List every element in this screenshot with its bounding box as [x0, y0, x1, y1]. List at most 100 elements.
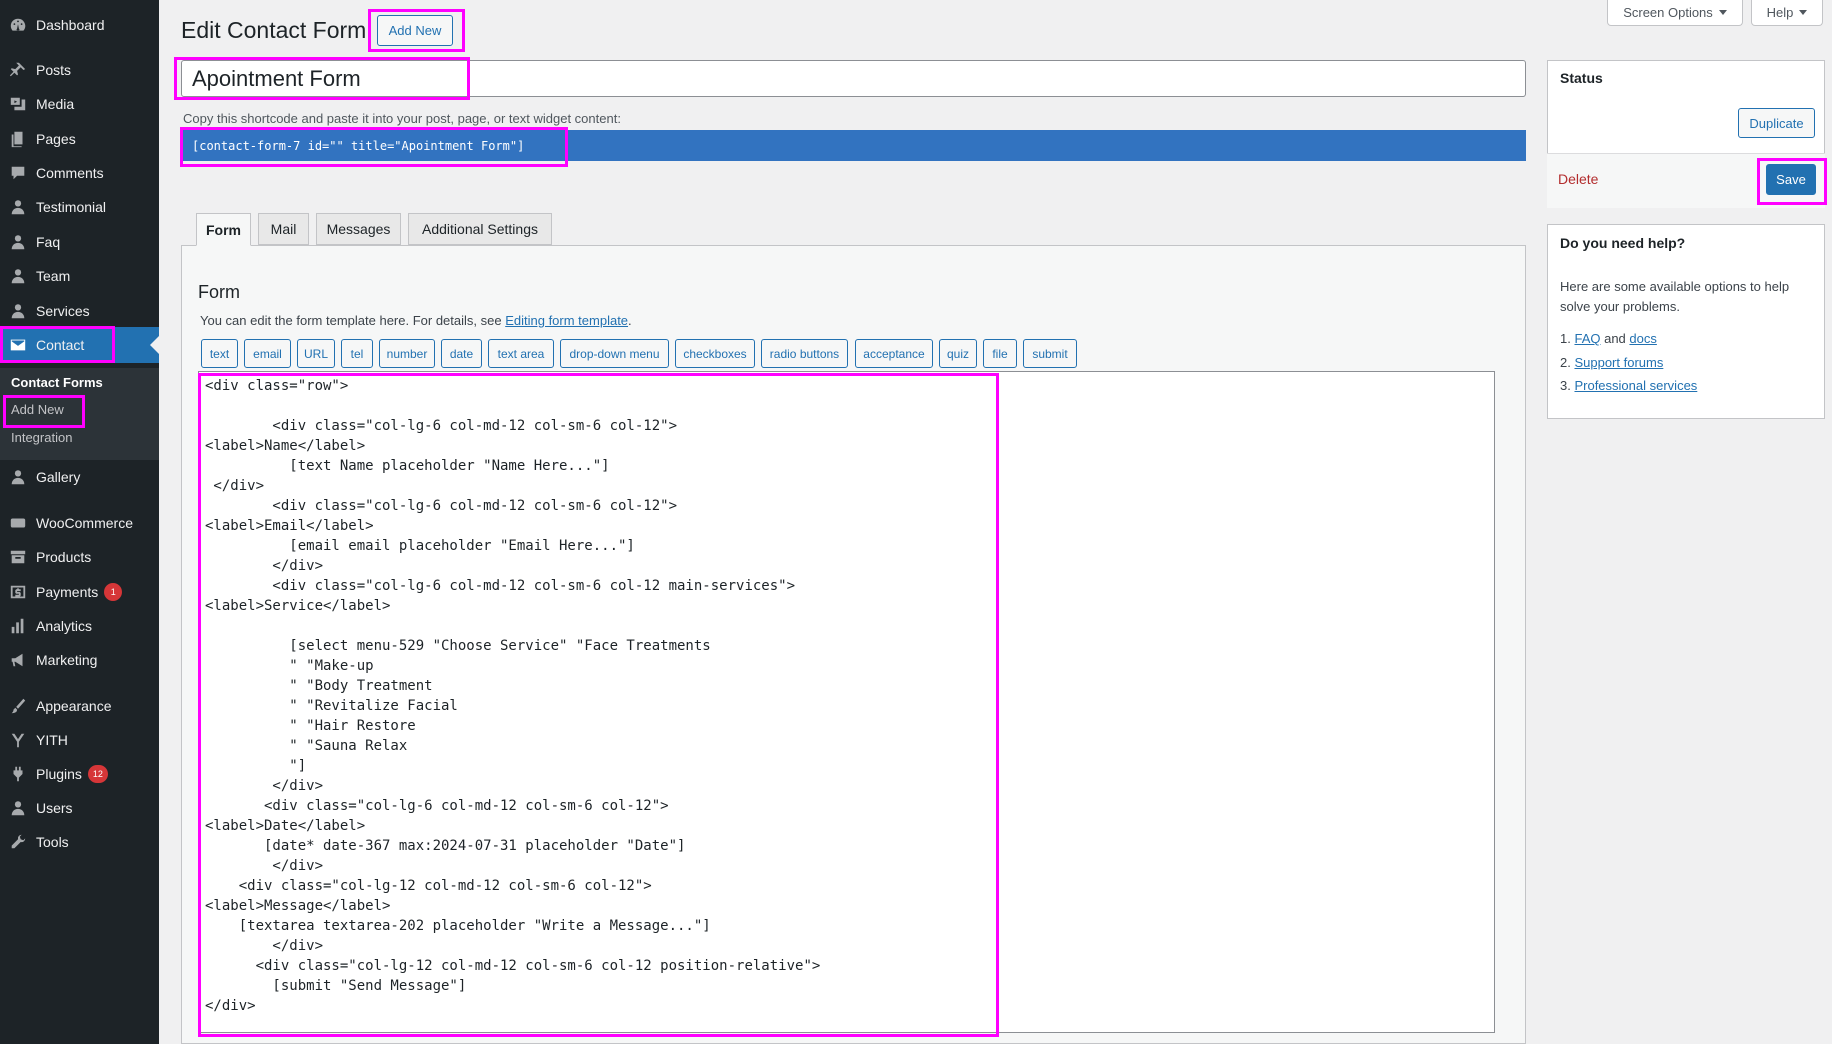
sidebar-item-products[interactable]: Products — [0, 540, 159, 574]
pin-icon — [9, 61, 27, 79]
sidebar-item-appearance[interactable]: Appearance — [0, 689, 159, 723]
payments-badge: 1 — [104, 583, 123, 601]
sidebar-item-faq[interactable]: Faq — [0, 225, 159, 259]
help-item-number: 3. — [1560, 378, 1571, 393]
docs-link[interactable]: docs — [1629, 331, 1656, 346]
sidebar-item-media[interactable]: Media — [0, 87, 159, 121]
save-button[interactable]: Save — [1766, 164, 1816, 195]
tag-button-url[interactable]: URL — [297, 339, 335, 368]
tag-button-quiz[interactable]: quiz — [939, 339, 977, 368]
tag-button-file[interactable]: file — [983, 339, 1017, 368]
code-line: <label>Email</label> — [205, 518, 374, 534]
code-line: <div class="col-lg-6 col-md-12 col-sm-6 … — [205, 578, 796, 594]
sidebar-item-yith[interactable]: YITH — [0, 723, 159, 757]
tag-button-number[interactable]: number — [379, 339, 435, 368]
page-title: Edit Contact Form — [181, 17, 367, 43]
editing-form-template-link[interactable]: Editing form template — [505, 313, 628, 328]
sidebar-item-posts[interactable]: Posts — [0, 53, 159, 87]
tag-button-date[interactable]: date — [441, 339, 482, 368]
sidebar-item-contact[interactable]: Contact — [0, 327, 159, 363]
submenu-add-new[interactable]: Add New — [11, 402, 64, 417]
bar-chart-icon — [9, 617, 27, 635]
tab-form[interactable]: Form — [196, 213, 251, 246]
help-tab-button[interactable]: Help — [1751, 0, 1823, 26]
person-icon — [9, 468, 27, 486]
tag-button-email[interactable]: email — [244, 339, 291, 368]
sidebar-item-label: Dashboard — [36, 17, 105, 33]
help-box-title: Do you need help? — [1560, 235, 1686, 251]
sidebar-item-label: YITH — [36, 732, 68, 748]
code-line: [textarea textarea-202 placeholder "Writ… — [205, 918, 711, 934]
code-line: </div> — [205, 938, 324, 954]
tag-button-textarea[interactable]: text area — [488, 339, 554, 368]
sidebar-item-gallery[interactable]: Gallery — [0, 460, 159, 494]
duplicate-button[interactable]: Duplicate — [1738, 108, 1815, 138]
sidebar-item-woocommerce[interactable]: WooCommerce — [0, 506, 159, 540]
form-title-input[interactable] — [181, 60, 1526, 97]
help-box-description: Here are some available options to help … — [1560, 279, 1790, 314]
person-icon — [9, 198, 27, 216]
sidebar-item-dashboard[interactable]: Dashboard — [0, 8, 159, 42]
delete-link[interactable]: Delete — [1558, 171, 1598, 187]
sidebar-item-label: Products — [36, 549, 92, 565]
code-line: </div> — [205, 478, 265, 494]
sidebar-item-plugins[interactable]: Plugins 12 — [0, 757, 159, 791]
plug-icon — [9, 765, 27, 783]
sidebar-item-team[interactable]: Team — [0, 259, 159, 293]
submenu-contact-forms[interactable]: Contact Forms — [11, 375, 103, 390]
code-line: "] — [205, 758, 307, 774]
sidebar-item-analytics[interactable]: Analytics — [0, 609, 159, 643]
sidebar-item-label: Faq — [36, 234, 61, 250]
tag-button-submit[interactable]: submit — [1023, 339, 1077, 368]
code-line: <label>Message</label> — [205, 898, 391, 914]
sidebar-item-comments[interactable]: Comments — [0, 156, 159, 190]
sidebar-item-label: Payments — [36, 584, 99, 600]
tag-button-dropdown[interactable]: drop-down menu — [560, 339, 669, 368]
submenu-integration[interactable]: Integration — [11, 430, 72, 445]
form-template-code[interactable]: <div class="row"> <div class="col-lg-6 c… — [205, 376, 820, 1016]
code-line: [email email placeholder "Email Here..."… — [205, 538, 635, 554]
help-label: Help — [1766, 5, 1794, 20]
sidebar-item-payments[interactable]: Payments 1 — [0, 575, 159, 609]
code-line: <div class="row"> — [205, 378, 349, 394]
help-item-number: 2. — [1560, 355, 1571, 370]
sidebar-item-pages[interactable]: Pages — [0, 122, 159, 156]
tag-button-checkboxes[interactable]: checkboxes — [675, 339, 755, 368]
sidebar-item-label: Analytics — [36, 618, 93, 634]
add-new-button[interactable]: Add New — [377, 15, 453, 46]
code-line: [select menu-529 "Choose Service" "Face … — [205, 638, 711, 654]
sidebar-item-label: Marketing — [36, 652, 98, 668]
sidebar-item-label: Appearance — [36, 698, 112, 714]
tab-additional-settings[interactable]: Additional Settings — [408, 213, 552, 245]
sidebar-item-testimonial[interactable]: Testimonial — [0, 190, 159, 224]
screen-options-label: Screen Options — [1623, 5, 1713, 20]
code-line: <div class="col-lg-6 col-md-12 col-sm-6 … — [205, 798, 669, 814]
contact-submenu: Contact Forms Add New Integration — [0, 368, 159, 460]
help-item-number: 1. — [1560, 331, 1571, 346]
shortcode-text[interactable]: [contact-form-7 id="" title="Apointment … — [192, 139, 524, 153]
users-icon — [9, 799, 27, 817]
professional-services-link[interactable]: Professional services — [1574, 378, 1697, 393]
support-forums-link[interactable]: Support forums — [1574, 355, 1663, 370]
tab-messages[interactable]: Messages — [316, 213, 401, 245]
sidebar-item-services[interactable]: Services — [0, 294, 159, 328]
faq-link[interactable]: FAQ — [1574, 331, 1600, 346]
form-desc-suffix: . — [628, 313, 632, 328]
megaphone-icon — [9, 651, 27, 669]
code-line: <label>Service</label> — [205, 598, 391, 614]
tag-button-text[interactable]: text — [201, 339, 238, 368]
screen-options-button[interactable]: Screen Options — [1607, 0, 1743, 26]
tag-button-acceptance[interactable]: acceptance — [855, 339, 933, 368]
person-icon — [9, 267, 27, 285]
sidebar-item-marketing[interactable]: Marketing — [0, 643, 159, 677]
code-line: " "Make-up — [205, 658, 374, 674]
pages-icon — [9, 130, 27, 148]
sidebar-item-users[interactable]: Users — [0, 791, 159, 825]
tag-button-radio[interactable]: radio buttons — [761, 339, 848, 368]
sidebar-item-label: Plugins — [36, 766, 82, 782]
tag-button-tel[interactable]: tel — [341, 339, 373, 368]
form-description: You can edit the form template here. For… — [200, 313, 632, 328]
sidebar-item-tools[interactable]: Tools — [0, 825, 159, 859]
tab-mail[interactable]: Mail — [258, 213, 309, 245]
